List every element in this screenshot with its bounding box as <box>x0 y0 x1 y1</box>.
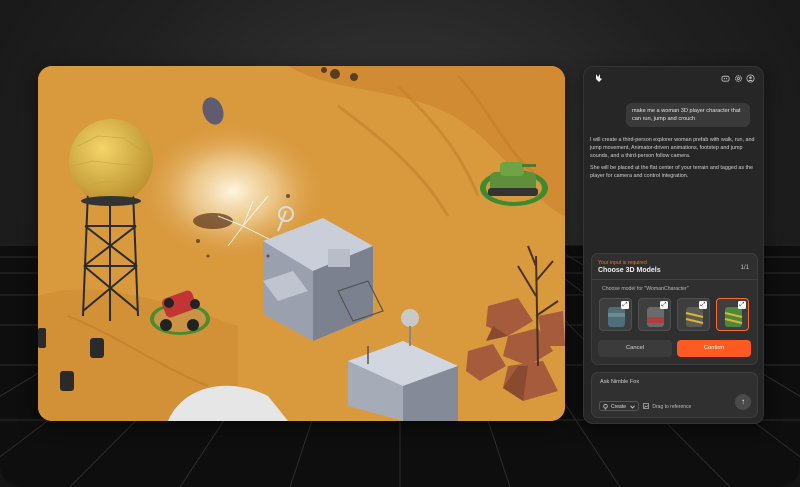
app-window: make me a woman 3D player character that… <box>0 0 800 487</box>
game-viewport[interactable] <box>38 66 565 421</box>
user-message: make me a woman 3D player character that… <box>626 103 750 127</box>
drag-to-reference: Drag to reference <box>643 402 691 412</box>
drag-label: Drag to reference <box>652 404 692 410</box>
mode-dropdown[interactable]: Create <box>599 401 639 411</box>
user-icon[interactable] <box>746 74 755 83</box>
confirm-button[interactable]: Confirm <box>677 340 751 357</box>
assistant-message: I will create a third-person explorer wo… <box>590 137 755 159</box>
divider <box>592 279 757 280</box>
expand-icon[interactable]: ⤢ <box>699 301 707 309</box>
expand-icon[interactable]: ⤢ <box>738 301 746 309</box>
model-thumbnail[interactable]: ⤢ <box>599 298 632 331</box>
model-thumbnail[interactable]: ⤢ <box>638 298 671 331</box>
input-required-label: Your input is required <box>598 260 647 266</box>
chat-input[interactable]: Ask Nimble Fox Create Drag to reference <box>591 372 758 418</box>
model-thumbnail-selected[interactable]: ⤢ <box>716 298 749 331</box>
chevron-down-icon <box>630 405 635 409</box>
card-title: Choose 3D Models <box>598 267 661 274</box>
send-button[interactable]: ↑ <box>735 394 751 410</box>
discord-icon[interactable] <box>721 74 730 83</box>
choose-model-label: Choose model for "WomanCharacter" <box>602 286 689 292</box>
chat-panel: make me a woman 3D player character that… <box>583 66 764 424</box>
cancel-button[interactable]: Cancel <box>598 340 672 357</box>
model-thumbnail[interactable]: ⤢ <box>677 298 710 331</box>
model-choice-card: Your input is required Choose 3D Models … <box>591 253 758 365</box>
expand-icon[interactable]: ⤢ <box>621 301 629 309</box>
image-icon <box>643 403 649 409</box>
mode-label: Create <box>611 404 627 410</box>
expand-icon[interactable]: ⤢ <box>660 301 668 309</box>
step-counter: 1/1 <box>740 265 749 271</box>
arrow-up-icon: ↑ <box>741 397 745 406</box>
gear-icon[interactable] <box>734 74 743 83</box>
chat-input-placeholder: Ask Nimble Fox <box>600 379 640 385</box>
panel-toolbar <box>584 67 763 89</box>
assistant-message: She will be placed at the flat center of… <box>590 165 754 179</box>
fox-logo-icon <box>596 74 602 82</box>
lightbulb-icon <box>603 404 608 410</box>
